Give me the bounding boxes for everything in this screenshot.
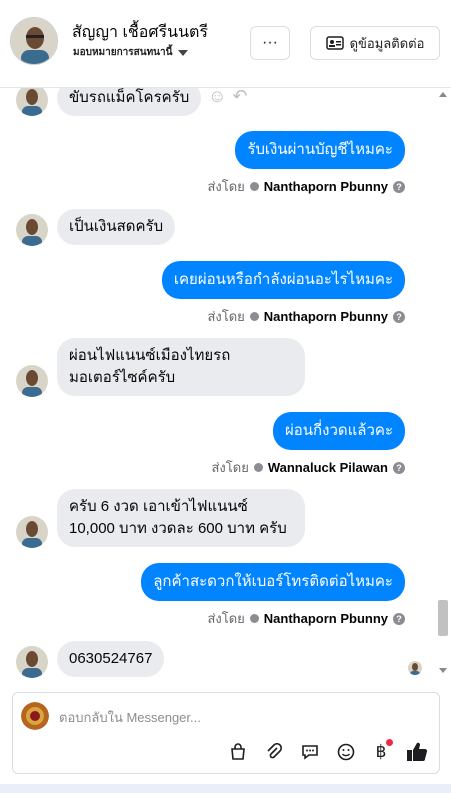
sent-by-agent[interactable]: Nanthaporn Pbunny xyxy=(264,179,388,194)
message-actions: ☺ ↶ xyxy=(208,88,247,107)
sent-by-agent[interactable]: Nanthaporn Pbunny xyxy=(264,611,388,626)
paperclip-icon[interactable] xyxy=(261,739,287,765)
outgoing-message[interactable]: ผ่อนกี่งวดแล้วคะ xyxy=(273,412,405,450)
notification-dot xyxy=(386,739,393,746)
message-text: 0630524767 xyxy=(69,650,153,667)
react-emoji-icon[interactable]: ☺ xyxy=(208,88,226,107)
scroll-down-arrow-icon[interactable] xyxy=(439,668,447,673)
verified-check-icon xyxy=(249,182,259,191)
incoming-message[interactable]: เป็นเงินสดครับ xyxy=(57,209,176,245)
page-avatar xyxy=(21,702,49,730)
help-icon[interactable]: ? xyxy=(393,180,405,193)
verified-check-icon xyxy=(253,463,263,472)
incoming-message[interactable]: 0630524767 xyxy=(57,641,165,677)
customer-avatar[interactable] xyxy=(16,214,48,246)
emoji-icon[interactable] xyxy=(333,739,359,765)
reply-input[interactable] xyxy=(59,707,419,727)
shopping-bag-icon[interactable] xyxy=(225,739,251,765)
sent-by-line: ส่งโดย Nanthaporn Pbunny ? xyxy=(207,608,405,629)
customer-avatar[interactable] xyxy=(16,646,48,678)
message-text: รับเงินผ่านบัญชีไหมคะ xyxy=(247,141,393,158)
verified-check-icon xyxy=(249,312,259,321)
outgoing-message[interactable]: เคยผ่อนหรือกำลังผ่อนอะไรไหมคะ xyxy=(161,261,405,299)
message-thread[interactable]: ขับรถแม็คโครครับ ☺ ↶ รับเงินผ่านบัญชีไหม… xyxy=(0,88,451,680)
sent-by-line: ส่งโดย Nanthaporn Pbunny ? xyxy=(207,306,405,327)
message-text: ผ่อนกี่งวดแล้วคะ xyxy=(285,422,393,439)
message-line: มอเตอร์ไซค์ครับ xyxy=(69,369,176,386)
sent-by-prefix: ส่งโดย xyxy=(207,179,245,194)
message-text: ขับรถแม็คโครครับ xyxy=(69,89,190,106)
sent-by-prefix: ส่งโดย xyxy=(207,309,245,324)
assign-label: มอบหมายการสนทนานี้ xyxy=(73,47,173,58)
sent-by-prefix: ส่งโดย xyxy=(207,611,245,626)
message-text: เป็นเงินสดครับ xyxy=(69,218,164,235)
outgoing-message[interactable]: รับเงินผ่านบัญชีไหมคะ xyxy=(235,131,405,169)
sent-by-line: ส่งโดย Nanthaporn Pbunny ? xyxy=(207,176,405,197)
help-icon[interactable]: ? xyxy=(393,461,405,474)
view-contact-info-button[interactable]: ดูข้อมูลติดต่อ xyxy=(310,26,440,60)
scroll-thumb[interactable] xyxy=(438,600,448,636)
message-text: ลูกค้าสะดวกให้เบอร์โทรติดต่อไหมคะ xyxy=(153,573,393,590)
sent-by-agent[interactable]: Nanthaporn Pbunny xyxy=(264,309,388,324)
customer-avatar[interactable] xyxy=(16,365,48,397)
customer-avatar[interactable] xyxy=(16,516,48,548)
incoming-message[interactable]: ครับ 6 งวด เอาเข้าไฟแนนซ์ 10,000 บาท งวด… xyxy=(57,489,305,547)
sent-by-line: ส่งโดย Wannaluck Pilawan ? xyxy=(211,457,405,478)
reply-composer: ฿ xyxy=(12,692,440,774)
conversation-header: สัญญา เชื้อศรีนนตรี มอบหมายการสนทนานี้ ·… xyxy=(0,0,451,88)
scroll-up-arrow-icon[interactable] xyxy=(439,92,447,97)
verified-check-icon xyxy=(249,614,259,623)
incoming-message[interactable]: ผ่อนไฟแนนซ์เมืองไทยรถ มอเตอร์ไซค์ครับ xyxy=(57,338,305,396)
page-bottom-strip xyxy=(0,784,451,793)
message-line: ครับ 6 งวด เอาเข้าไฟแนนซ์ xyxy=(69,498,248,515)
help-icon[interactable]: ? xyxy=(393,310,405,323)
sent-by-prefix: ส่งโดย xyxy=(211,460,249,475)
sent-by-agent[interactable]: Wannaluck Pilawan xyxy=(268,460,388,475)
customer-avatar[interactable] xyxy=(16,88,48,116)
outgoing-message[interactable]: ลูกค้าสะดวกให้เบอร์โทรติดต่อไหมคะ xyxy=(141,563,405,601)
help-icon[interactable]: ? xyxy=(393,612,405,625)
contact-avatar[interactable] xyxy=(10,17,58,65)
message-text: เคยผ่อนหรือกำลังผ่อนอะไรไหมคะ xyxy=(173,271,393,288)
message-line: 10,000 บาท งวดละ 600 บาท ครับ xyxy=(69,520,287,537)
caret-down-icon xyxy=(178,49,189,56)
seen-receipt-avatar xyxy=(408,661,422,675)
thread-scrollbar[interactable] xyxy=(437,88,449,680)
contact-name[interactable]: สัญญา เชื้อศรีนนตรี xyxy=(72,20,208,45)
incoming-message[interactable]: ขับรถแม็คโครครับ xyxy=(57,88,202,116)
more-options-button[interactable]: ··· xyxy=(250,26,290,60)
contact-card-icon xyxy=(325,36,344,50)
assign-conversation-dropdown[interactable]: มอบหมายการสนทนานี้ xyxy=(73,45,189,60)
baht-payment-icon[interactable]: ฿ xyxy=(368,739,394,765)
more-options-label: ··· xyxy=(262,34,278,51)
message-line: ผ่อนไฟแนนซ์เมืองไทยรถ xyxy=(69,347,231,364)
view-contact-info-label: ดูข้อมูลติดต่อ xyxy=(349,35,425,51)
composer-toolbar: ฿ xyxy=(13,739,441,765)
thumbs-up-icon[interactable] xyxy=(404,739,430,765)
saved-reply-icon[interactable] xyxy=(297,739,323,765)
reply-arrow-icon[interactable]: ↶ xyxy=(232,88,247,107)
